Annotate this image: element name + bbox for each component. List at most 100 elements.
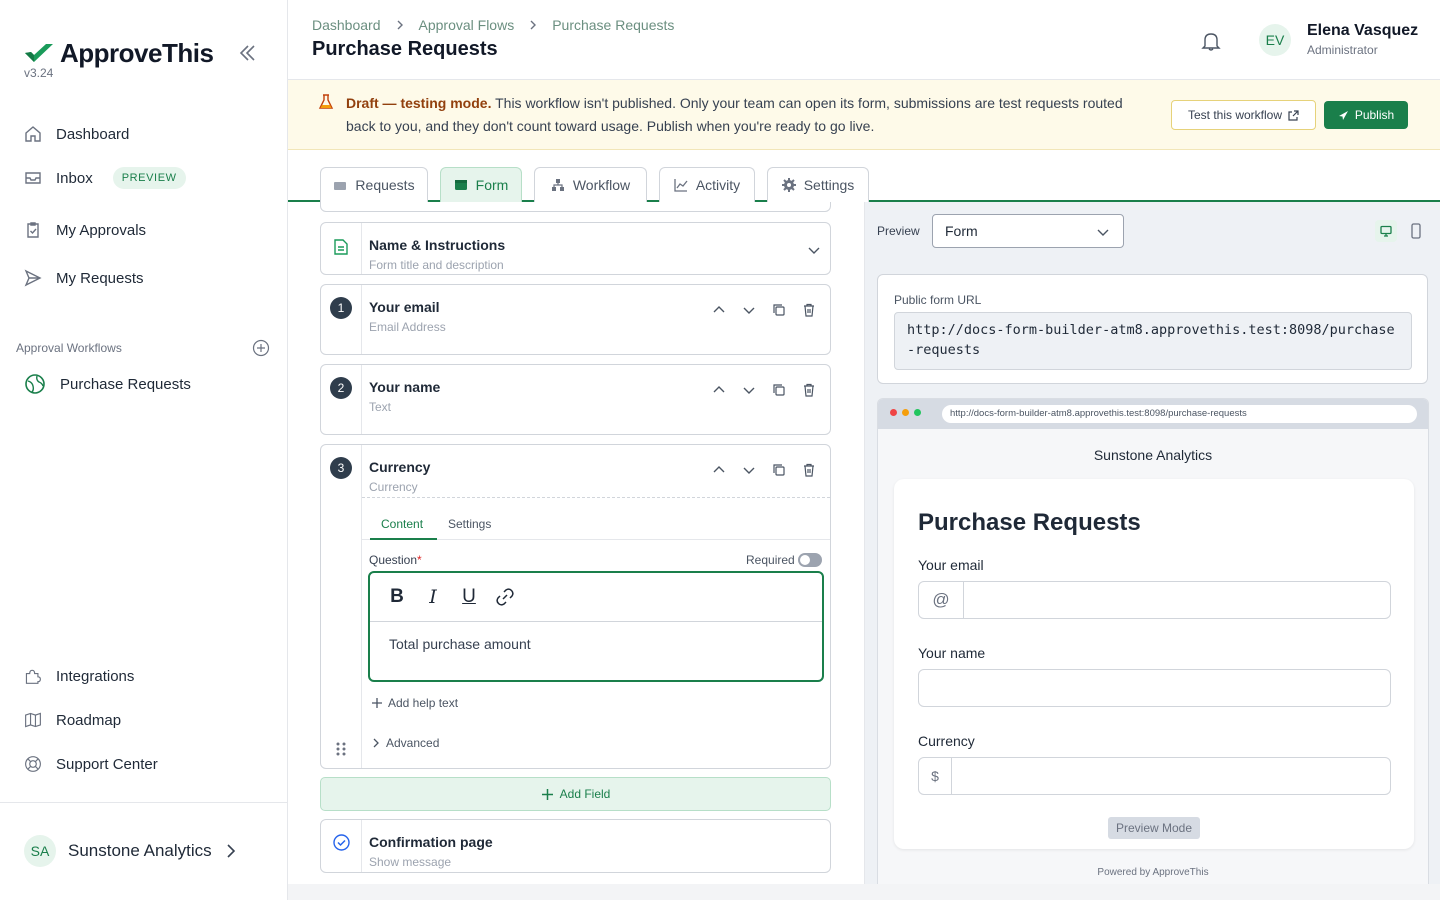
- tab-settings[interactable]: Settings: [767, 167, 869, 202]
- nav-integrations[interactable]: Integrations: [24, 667, 134, 685]
- publish-button[interactable]: Publish: [1324, 101, 1408, 129]
- banner-strong: Draft — testing mode.: [346, 95, 492, 111]
- field-title: Your email: [369, 299, 440, 315]
- browser-url: http://docs-form-builder-atm8.approvethi…: [942, 405, 1417, 423]
- card-subtitle: Show message: [369, 855, 452, 869]
- bell-icon[interactable]: [1200, 30, 1222, 52]
- nav-label: Dashboard: [56, 125, 130, 143]
- field-card-name[interactable]: 2 Your name Text: [320, 364, 831, 435]
- confirmation-card[interactable]: Confirmation page Show message: [320, 819, 831, 873]
- user-avatar[interactable]: EV: [1259, 24, 1291, 56]
- tab-form[interactable]: Form: [440, 167, 522, 202]
- required-toggle[interactable]: [798, 553, 822, 567]
- sub-tab-content[interactable]: Content: [381, 517, 423, 531]
- question-label-text: Question: [369, 553, 418, 567]
- org-name: Sunstone Analytics: [68, 841, 212, 860]
- public-url-field[interactable]: http://docs-form-builder-atm8.approvethi…: [894, 312, 1412, 370]
- workflow-purchase-requests[interactable]: Purchase Requests: [24, 373, 191, 395]
- chevron-up-icon[interactable]: [712, 463, 726, 477]
- question-editor[interactable]: B I U Total purchase amount: [368, 571, 824, 682]
- add-workflow-icon[interactable]: [252, 339, 270, 357]
- active-tab-indicator: [370, 538, 437, 540]
- test-workflow-button[interactable]: Test this workflow: [1171, 100, 1316, 130]
- chevron-right-icon: [227, 844, 235, 858]
- field-number: 1: [330, 297, 352, 319]
- home-icon: [25, 126, 41, 142]
- chevron-up-icon[interactable]: [712, 303, 726, 317]
- checkmark-logo-icon: [25, 43, 53, 62]
- nav-label: My Approvals: [56, 221, 147, 239]
- question-text[interactable]: Total purchase amount: [389, 636, 531, 652]
- mobile-view-icon[interactable]: [1409, 222, 1423, 240]
- chevron-down-icon[interactable]: [808, 245, 820, 255]
- preview-mode-select[interactable]: Form: [932, 214, 1124, 248]
- link-icon[interactable]: [495, 587, 515, 607]
- app-logo[interactable]: ApproveThis: [24, 38, 214, 69]
- field-card-currency[interactable]: 3 Currency Currency Content Settings Que…: [320, 444, 831, 769]
- question-label: Question*: [369, 553, 422, 567]
- preview-field-label: Your email: [918, 557, 984, 573]
- document-icon: [334, 239, 348, 255]
- nav-dashboard[interactable]: Dashboard: [24, 125, 129, 143]
- preview-badge: PREVIEW: [112, 167, 186, 189]
- chevron-down-icon[interactable]: [742, 383, 756, 397]
- bold-icon[interactable]: B: [387, 586, 407, 607]
- preview-currency-input[interactable]: $: [918, 757, 1391, 795]
- preview-field-label: Your name: [918, 645, 986, 661]
- drag-handle-icon[interactable]: [335, 741, 347, 757]
- lifebuoy-icon: [25, 756, 41, 772]
- field-title: Your name: [369, 379, 441, 395]
- advanced-label: Advanced: [386, 736, 440, 750]
- user-role: Administrator: [1307, 43, 1378, 57]
- desktop-view-button[interactable]: [1375, 220, 1397, 242]
- nav-label: Roadmap: [56, 711, 122, 729]
- copy-icon[interactable]: [772, 463, 786, 477]
- tab-workflow[interactable]: Workflow: [534, 167, 647, 202]
- clipboard-check-icon: [27, 222, 39, 238]
- field-sub-tabs: Content Settings: [362, 497, 830, 540]
- collapse-sidebar-icon[interactable]: [236, 42, 258, 64]
- italic-icon[interactable]: I: [423, 586, 443, 608]
- preview-email-input[interactable]: @: [918, 581, 1391, 619]
- tab-activity[interactable]: Activity: [659, 167, 755, 202]
- name-instructions-card[interactable]: Name & Instructions Form title and descr…: [320, 222, 831, 275]
- add-help-text-button[interactable]: Add help text: [371, 696, 458, 710]
- advanced-toggle[interactable]: Advanced: [371, 736, 439, 750]
- chart-line-icon: [674, 179, 688, 192]
- test-workflow-label: Test this workflow: [1187, 108, 1283, 122]
- breadcrumb: Dashboard Approval Flows Purchase Reques…: [312, 17, 674, 33]
- field-type: Text: [369, 400, 392, 414]
- org-switcher[interactable]: SA Sunstone Analytics: [24, 835, 238, 867]
- trash-icon[interactable]: [802, 463, 816, 477]
- copy-icon[interactable]: [772, 303, 786, 317]
- nav-inbox[interactable]: Inbox PREVIEW: [24, 167, 186, 189]
- field-card-email[interactable]: 1 Your email Email Address: [320, 284, 831, 355]
- workflow-tabs: Requests Form Workflow Activity Settings: [288, 150, 1440, 202]
- underline-icon[interactable]: U: [459, 586, 479, 607]
- top-header: Dashboard Approval Flows Purchase Reques…: [288, 0, 1440, 80]
- card-gutter: 3: [321, 445, 362, 768]
- tab-requests[interactable]: Requests: [320, 167, 428, 202]
- chevron-up-icon[interactable]: [712, 383, 726, 397]
- trash-icon[interactable]: [802, 303, 816, 317]
- preview-mode-button: Preview Mode: [1108, 817, 1200, 839]
- copy-icon[interactable]: [772, 383, 786, 397]
- divider: [0, 802, 287, 803]
- nav-support-center[interactable]: Support Center: [24, 755, 158, 773]
- inbox-icon: [25, 172, 41, 184]
- app-name: ApproveThis: [60, 38, 214, 68]
- breadcrumb-approval-flows[interactable]: Approval Flows: [419, 17, 515, 33]
- nav-my-requests[interactable]: My Requests: [24, 269, 144, 287]
- nav-roadmap[interactable]: Roadmap: [24, 711, 121, 729]
- sub-tab-settings[interactable]: Settings: [448, 517, 491, 531]
- at-icon: @: [919, 582, 964, 618]
- user-name: Elena Vasquez: [1307, 22, 1419, 39]
- chevron-down-icon[interactable]: [742, 463, 756, 477]
- chevron-down-icon[interactable]: [742, 303, 756, 317]
- breadcrumb-dashboard[interactable]: Dashboard: [312, 17, 381, 33]
- nav-my-approvals[interactable]: My Approvals: [24, 221, 146, 239]
- sidebar: ApproveThis v3.24 Dashboard Inbox PREVIE…: [0, 0, 288, 900]
- add-field-button[interactable]: Add Field: [320, 777, 831, 811]
- trash-icon[interactable]: [802, 383, 816, 397]
- preview-name-input[interactable]: [918, 669, 1391, 707]
